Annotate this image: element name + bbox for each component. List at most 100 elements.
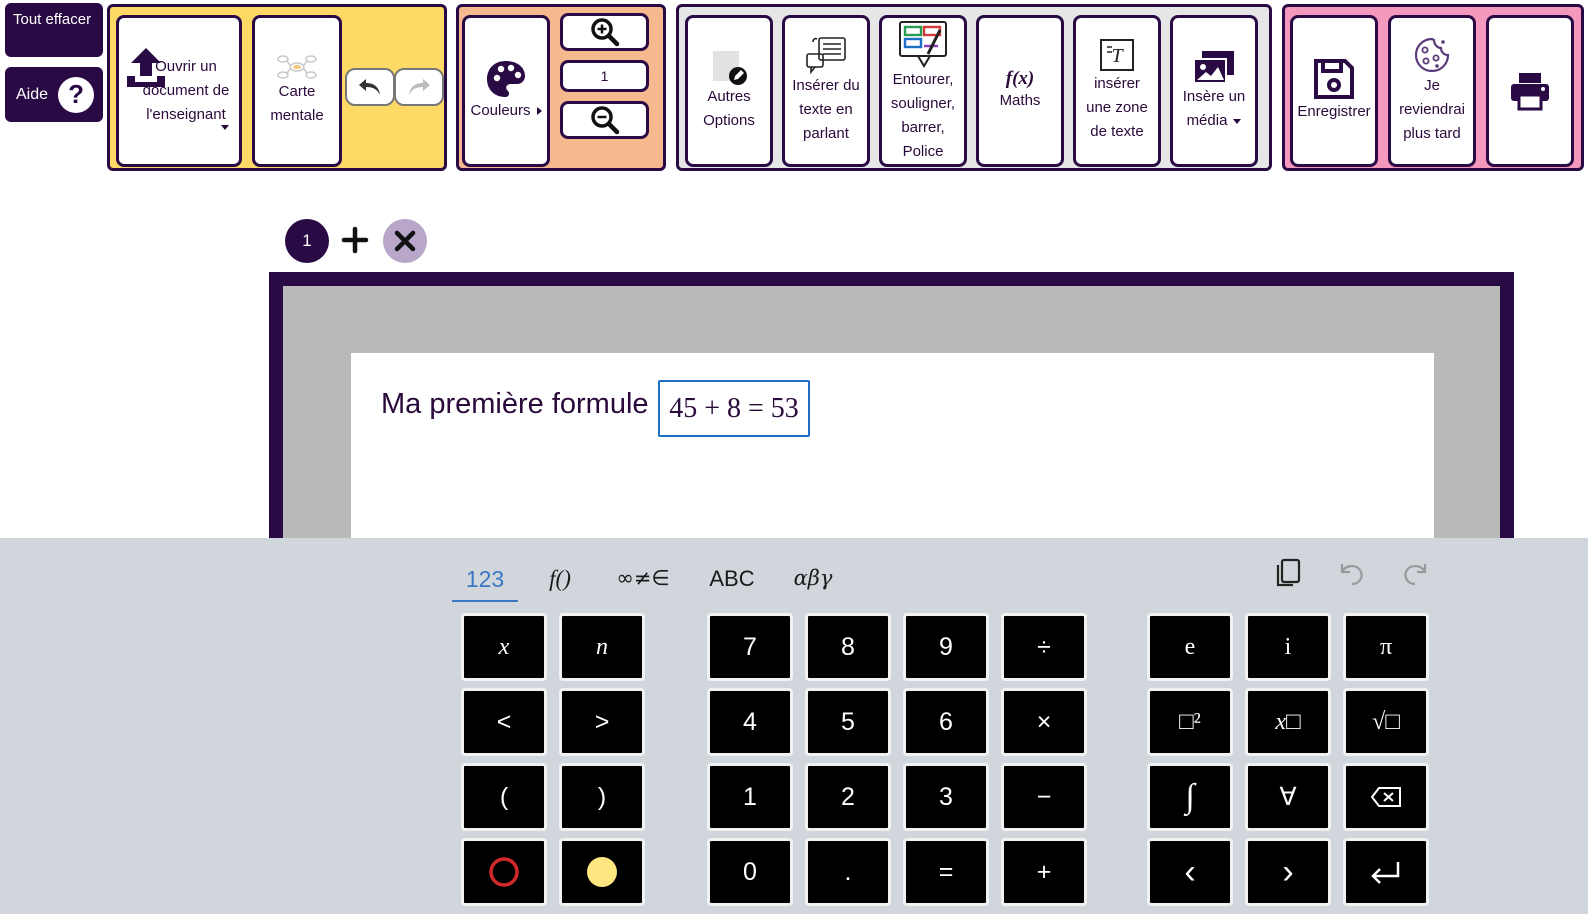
speech-to-text-button[interactable]: Insérer du texte en parlant	[782, 15, 870, 167]
key-minus[interactable]: −	[1001, 763, 1087, 831]
add-page-button[interactable]	[340, 222, 370, 258]
yellow-dot-icon	[587, 857, 617, 887]
key-power[interactable]: x□	[1245, 688, 1331, 756]
key-multiply[interactable]: ×	[1001, 688, 1087, 756]
key-less-than[interactable]: <	[461, 688, 547, 756]
insert-toolbar-group: Autres Options Insérer du texte en parla…	[676, 4, 1272, 171]
key-3[interactable]: 3	[903, 763, 989, 831]
key-left-paren[interactable]: (	[461, 763, 547, 831]
key-integral[interactable]: ∫	[1147, 763, 1233, 831]
keyboard-undo-icon[interactable]	[1334, 556, 1368, 590]
clear-all-button[interactable]: Tout effacer	[5, 3, 103, 57]
redo-icon	[409, 79, 430, 95]
colors-label: Couleurs	[470, 99, 542, 123]
media-icon	[1193, 51, 1234, 84]
chevron-down-icon	[1233, 118, 1242, 124]
help-label: Aide	[16, 85, 49, 103]
key-x[interactable]: x	[461, 613, 547, 681]
key-forall[interactable]: ∀	[1245, 763, 1331, 831]
keyboard-tab-greek[interactable]: αβγ	[788, 566, 838, 590]
red-circle-key[interactable]	[461, 838, 547, 906]
key-5[interactable]: 5	[805, 688, 891, 756]
key-decimal[interactable]: .	[805, 838, 891, 906]
display-toolbar-group: Couleurs 1	[456, 4, 666, 171]
backspace-key[interactable]	[1343, 763, 1429, 831]
math-formula-field[interactable]: 45 + 8 = 53	[658, 380, 810, 437]
key-square[interactable]: □²	[1147, 688, 1233, 756]
undo-button[interactable]	[345, 68, 395, 106]
page-tab[interactable]: 1	[285, 219, 329, 263]
chevron-down-icon	[221, 125, 229, 130]
zoom-out-icon	[590, 106, 619, 135]
edit-icon	[713, 51, 747, 85]
key-2[interactable]: 2	[805, 763, 891, 831]
maths-label: Maths	[999, 92, 1041, 109]
plus-icon	[341, 226, 369, 254]
save-toolbar-group: Enregistrer Je reviendrai plus tard	[1282, 4, 1584, 171]
zoom-out-button[interactable]	[560, 101, 649, 139]
text-zone-button[interactable]: T insérer une zone de texte	[1073, 15, 1161, 167]
page-number: 1	[302, 231, 312, 250]
chevron-right-icon	[536, 107, 542, 116]
other-options-button[interactable]: Autres Options	[685, 15, 773, 167]
redo-button[interactable]	[394, 68, 444, 106]
key-0[interactable]: 0	[707, 838, 793, 906]
clear-all-label: Tout effacer	[13, 11, 92, 28]
zoom-in-icon	[590, 18, 619, 47]
keyboard-tab-symbols[interactable]: ∞≠∈	[612, 566, 674, 590]
save-label: Enregistrer	[1297, 103, 1371, 120]
mind-map-button[interactable]: Carte mentale	[252, 15, 342, 167]
document-text[interactable]: Ma première formule	[381, 388, 649, 421]
key-9[interactable]: 9	[903, 613, 989, 681]
enter-key[interactable]	[1343, 838, 1429, 906]
mind-map-label: Carte mentale	[270, 83, 324, 124]
help-button[interactable]: Aide ?	[5, 67, 103, 122]
key-move-left[interactable]: ‹	[1147, 838, 1233, 906]
maths-button[interactable]: f(x) Maths	[976, 15, 1064, 167]
colors-button[interactable]: Couleurs	[462, 15, 550, 167]
key-e[interactable]: e	[1147, 613, 1233, 681]
other-options-label: Autres Options	[703, 88, 755, 129]
svg-text:T: T	[1111, 45, 1124, 67]
question-icon: ?	[58, 76, 95, 113]
open-teacher-document-button[interactable]: Ouvrir un document de l'enseignant	[116, 15, 242, 167]
keyboard-tab-letters[interactable]: ABC	[704, 566, 760, 592]
function-icon: f(x)	[1005, 68, 1035, 89]
key-4[interactable]: 4	[707, 688, 793, 756]
key-7[interactable]: 7	[707, 613, 793, 681]
key-equals[interactable]: =	[903, 838, 989, 906]
text-zone-icon: T	[1100, 39, 1134, 71]
delete-page-button[interactable]	[383, 219, 427, 263]
copy-icon[interactable]	[1271, 556, 1305, 590]
key-plus[interactable]: +	[1001, 838, 1087, 906]
key-pi[interactable]: π	[1343, 613, 1429, 681]
keyboard-redo-icon[interactable]	[1399, 556, 1433, 590]
circle-underline-button[interactable]: Entourer, souligner, barrer, Police	[879, 15, 967, 167]
save-button[interactable]: Enregistrer	[1290, 15, 1378, 167]
key-i[interactable]: i	[1245, 613, 1331, 681]
print-button[interactable]	[1486, 15, 1574, 167]
key-divide[interactable]: ÷	[1001, 613, 1087, 681]
insert-media-button[interactable]: Insère un média	[1170, 15, 1258, 167]
cookie-icon	[1414, 37, 1450, 73]
speech-to-text-icon	[806, 37, 846, 74]
key-6[interactable]: 6	[903, 688, 989, 756]
key-8[interactable]: 8	[805, 613, 891, 681]
zoom-level-field[interactable]: 1	[560, 60, 649, 92]
zoom-level-value: 1	[600, 68, 609, 84]
enter-icon	[1371, 862, 1400, 884]
document-page[interactable]	[351, 353, 1434, 553]
key-greater-than[interactable]: >	[559, 688, 645, 756]
key-n[interactable]: n	[559, 613, 645, 681]
yellow-dot-key[interactable]	[559, 838, 645, 906]
palette-icon	[487, 61, 525, 97]
key-right-paren[interactable]: )	[559, 763, 645, 831]
key-move-right[interactable]: ›	[1245, 838, 1331, 906]
zoom-in-button[interactable]	[560, 13, 649, 51]
keyboard-tab-numbers[interactable]: 123	[452, 566, 518, 602]
come-back-later-button[interactable]: Je reviendrai plus tard	[1388, 15, 1476, 167]
formula-value: 45 + 8 = 53	[669, 392, 799, 424]
keyboard-tab-functions[interactable]: f()	[538, 566, 582, 592]
key-sqrt[interactable]: √□	[1343, 688, 1429, 756]
key-1[interactable]: 1	[707, 763, 793, 831]
